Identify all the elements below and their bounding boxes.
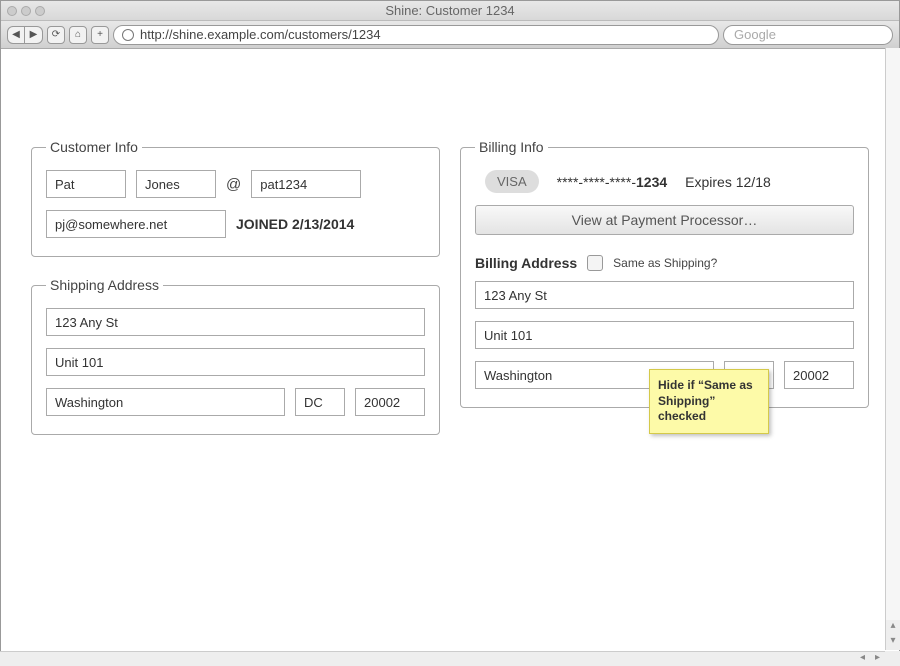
billing-street1-field[interactable]	[475, 281, 854, 309]
billing-address-label: Billing Address	[475, 255, 577, 271]
resize-corner[interactable]	[885, 651, 900, 666]
back-button[interactable]: ◀	[7, 26, 25, 44]
card-expires: Expires 12/18	[685, 174, 771, 190]
shipping-street2-field[interactable]	[46, 348, 425, 376]
billing-info-legend: Billing Info	[475, 139, 548, 155]
home-button[interactable]: ⌂	[69, 26, 87, 44]
page-content: Customer Info @ JOINED 2/13/2014 Shippin…	[1, 49, 899, 665]
billing-street2-field[interactable]	[475, 321, 854, 349]
url-bar[interactable]: http://shine.example.com/customers/1234	[113, 25, 719, 45]
add-button[interactable]: +	[91, 26, 109, 44]
card-masked-prefix: ****-****-****-	[557, 174, 636, 190]
scroll-down-arrow-icon[interactable]: ▾	[886, 635, 900, 650]
shipping-address-legend: Shipping Address	[46, 277, 163, 293]
search-placeholder: Google	[734, 27, 776, 42]
globe-icon	[122, 29, 134, 41]
window-title: Shine: Customer 1234	[1, 3, 899, 18]
reload-button[interactable]: ⟳	[47, 26, 65, 44]
url-text: http://shine.example.com/customers/1234	[140, 27, 381, 42]
annotation-sticky-note: Hide if “Same as Shipping” checked	[649, 369, 769, 434]
billing-zip-field[interactable]	[784, 361, 854, 389]
vertical-scrollbar[interactable]: ▴ ▾	[885, 48, 900, 650]
shipping-zip-field[interactable]	[355, 388, 425, 416]
customer-info-group: Customer Info @ JOINED 2/13/2014	[31, 139, 440, 257]
browser-window: Shine: Customer 1234 ◀ ▶ ⟳ ⌂ + http://sh…	[0, 0, 900, 666]
card-last4: 1234	[636, 174, 667, 190]
browser-toolbar: ◀ ▶ ⟳ ⌂ + http://shine.example.com/custo…	[1, 21, 899, 49]
scroll-right-arrow-icon[interactable]: ▸	[870, 652, 885, 666]
search-box[interactable]: Google	[723, 25, 893, 45]
annotation-text: Hide if “Same as Shipping” checked	[658, 378, 753, 423]
same-as-shipping-checkbox[interactable]	[587, 255, 603, 271]
joined-label: JOINED 2/13/2014	[236, 216, 354, 232]
customer-info-legend: Customer Info	[46, 139, 142, 155]
scroll-up-arrow-icon[interactable]: ▴	[886, 620, 900, 635]
scroll-left-arrow-icon[interactable]: ◂	[855, 652, 870, 666]
first-name-field[interactable]	[46, 170, 126, 198]
shipping-state-field[interactable]	[295, 388, 345, 416]
horizontal-scrollbar[interactable]: ◂ ▸	[0, 651, 885, 666]
shipping-city-field[interactable]	[46, 388, 285, 416]
titlebar: Shine: Customer 1234	[1, 1, 899, 21]
username-field[interactable]	[251, 170, 361, 198]
at-symbol: @	[226, 176, 241, 193]
shipping-address-group: Shipping Address	[31, 277, 440, 435]
forward-button[interactable]: ▶	[25, 26, 43, 44]
billing-info-group: Billing Info VISA ****-****-****-1234 Ex…	[460, 139, 869, 408]
card-number: ****-****-****-1234	[557, 174, 668, 190]
email-field[interactable]	[46, 210, 226, 238]
same-as-shipping-label: Same as Shipping?	[613, 256, 717, 270]
last-name-field[interactable]	[136, 170, 216, 198]
view-payment-processor-button[interactable]: View at Payment Processor…	[475, 205, 854, 235]
card-type-badge: VISA	[485, 170, 539, 193]
shipping-street1-field[interactable]	[46, 308, 425, 336]
